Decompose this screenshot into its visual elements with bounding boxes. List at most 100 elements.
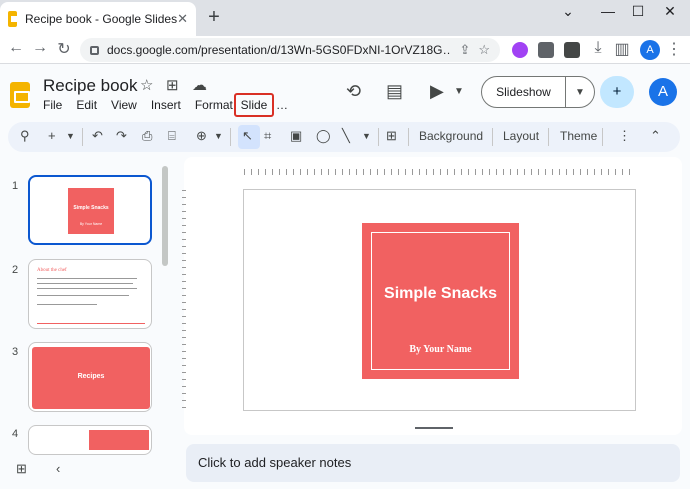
cloud-status-icon: ☁ [192,77,207,94]
menu-insert[interactable]: Insert [151,98,181,112]
thumbnail-title: Recipes [77,373,105,380]
download-icon[interactable]: ⤓ [588,39,608,57]
slides-logo-icon[interactable] [10,82,30,108]
share-button[interactable]: + [600,76,634,108]
select-pointer-icon[interactable]: ↖ [242,128,253,144]
url-text: docs.google.com/presentation/d/13Wn-5GS0… [107,43,452,57]
tab-search-icon[interactable]: ⌄ [556,3,580,20]
thumbnail-shape [89,430,149,450]
slideshow-button[interactable]: Slideshow ▼ [481,76,595,108]
browser-menu-icon[interactable]: ⋮ [664,39,684,59]
title-card[interactable]: Simple Snacks By Your Name [362,223,519,379]
current-slide[interactable]: Simple Snacks By Your Name [243,189,636,411]
comments-icon[interactable]: ▤ [386,81,403,102]
slideshow-label[interactable]: Slideshow [482,77,566,107]
reload-icon[interactable]: ↻ [54,39,74,59]
toolbar-divider [492,128,493,146]
version-history-icon[interactable]: ⟲ [346,81,361,102]
thumbnail-text-line [37,283,133,284]
slideshow-dropdown-icon[interactable]: ▼ [566,87,594,98]
menu-overflow[interactable]: … [276,98,288,112]
lock-icon [90,45,99,55]
notes-resize-handle[interactable] [415,427,453,429]
toolbar-divider [82,128,83,146]
thumbnail-title-card [68,188,114,234]
extensions-puzzle-icon[interactable] [564,42,580,58]
close-window-button[interactable]: ✕ [658,3,682,20]
slide-number: 4 [12,428,19,440]
tab-title: Recipe book - Google Slides [25,12,178,26]
meet-dropdown-icon[interactable]: ▼ [454,86,464,97]
thumbnail-subtitle: By Your Name [79,222,103,226]
shape-icon[interactable]: ◯ [316,128,331,144]
star-icon[interactable]: ☆ [140,76,153,94]
slide-thumbnail-1[interactable]: Simple Snacks By Your Name [28,175,152,245]
move-folder-icon[interactable]: ⊞ [166,76,179,94]
redo-icon[interactable]: ↷ [116,128,127,144]
tab-close-icon[interactable]: ✕ [177,11,188,27]
slide-number: 3 [12,346,19,358]
new-tab-button[interactable]: + [204,6,224,29]
zoom-dropdown-icon[interactable]: ▼ [214,131,223,141]
slide-thumbnail-4[interactable] [28,425,152,455]
menu-edit[interactable]: Edit [76,98,97,112]
thumbnail-text-line [37,288,137,289]
theme-button[interactable]: Theme [560,129,597,143]
toolbar-divider [408,128,409,146]
undo-icon[interactable]: ↶ [92,128,103,144]
browser-profile-avatar[interactable]: A [640,40,660,60]
maximize-button[interactable]: ☐ [626,3,650,20]
editing-toolbar: ⚲ + ▼ ↶ ↷ ⎙ ⌸ ⊕ ▼ ↖ ⌗ ▣ ◯ ╲ ▼ ⊞ Backgrou… [8,122,680,152]
layout-button[interactable]: Layout [503,129,539,143]
account-avatar[interactable]: A [649,78,677,106]
filmstrip-scrollbar[interactable] [162,166,168,266]
menu-view[interactable]: View [111,98,137,112]
app-header: Recipe book ☆ ⊞ ☁ File Edit View Insert … [0,64,690,120]
slide-number: 2 [12,264,19,276]
meet-camera-icon[interactable]: ▶ [430,81,444,102]
slide-thumbnail-3[interactable]: Recipes [28,342,152,412]
menu-slide[interactable]: Slide [234,93,274,117]
extension-purple-icon[interactable] [512,42,528,58]
thumbnail-text-line [37,278,137,279]
slides-favicon-icon [8,11,19,27]
extension-gray-icon[interactable] [538,42,554,58]
add-comment-icon[interactable]: ⊞ [386,128,397,144]
minimize-button[interactable]: — [596,3,620,19]
collapse-filmstrip-icon[interactable]: ‹ [56,461,60,476]
thumbnail-title: Simple Snacks [73,205,109,211]
thumbnail-text-line [37,295,129,296]
background-button[interactable]: Background [419,129,483,143]
text-box-icon[interactable]: ⌗ [264,128,271,144]
collapse-toolbar-icon[interactable]: ⌃ [650,128,661,144]
grid-view-icon[interactable]: ⊞ [16,461,27,477]
thumbnail-text-line [37,304,97,305]
slide-title[interactable]: Simple Snacks [362,285,519,303]
line-icon[interactable]: ╲ [342,128,350,144]
zoom-icon[interactable]: ⊕ [196,128,207,144]
paint-format-icon[interactable]: ⌸ [168,128,176,144]
back-arrow-icon[interactable]: ← [6,39,26,57]
address-bar[interactable]: docs.google.com/presentation/d/13Wn-5GS0… [80,38,500,62]
toolbar-divider [548,128,549,146]
more-options-icon[interactable]: ⋮ [618,128,631,144]
thumbnail-heading: About the chef [37,268,67,273]
vertical-ruler [182,190,186,410]
print-icon[interactable]: ⎙ [142,128,152,144]
menu-format[interactable]: Format [195,98,233,112]
share-page-icon[interactable]: ⇪ [459,42,470,58]
new-slide-dropdown-icon[interactable]: ▼ [66,131,75,141]
line-dropdown-icon[interactable]: ▼ [362,131,371,141]
browser-tab[interactable]: Recipe book - Google Slides ✕ [0,2,196,36]
document-title[interactable]: Recipe book [43,76,138,96]
slide-subtitle[interactable]: By Your Name [362,344,519,355]
menu-file[interactable]: File [43,98,62,112]
search-menus-icon[interactable]: ⚲ [20,128,30,144]
side-panel-icon[interactable]: ▥ [612,39,632,59]
image-icon[interactable]: ▣ [290,128,302,144]
speaker-notes[interactable]: Click to add speaker notes [186,444,680,482]
forward-arrow-icon[interactable]: → [30,39,50,57]
new-slide-icon[interactable]: + [48,128,56,143]
bookmark-star-icon[interactable]: ☆ [478,42,490,58]
slide-thumbnail-2[interactable]: About the chef [28,259,152,329]
